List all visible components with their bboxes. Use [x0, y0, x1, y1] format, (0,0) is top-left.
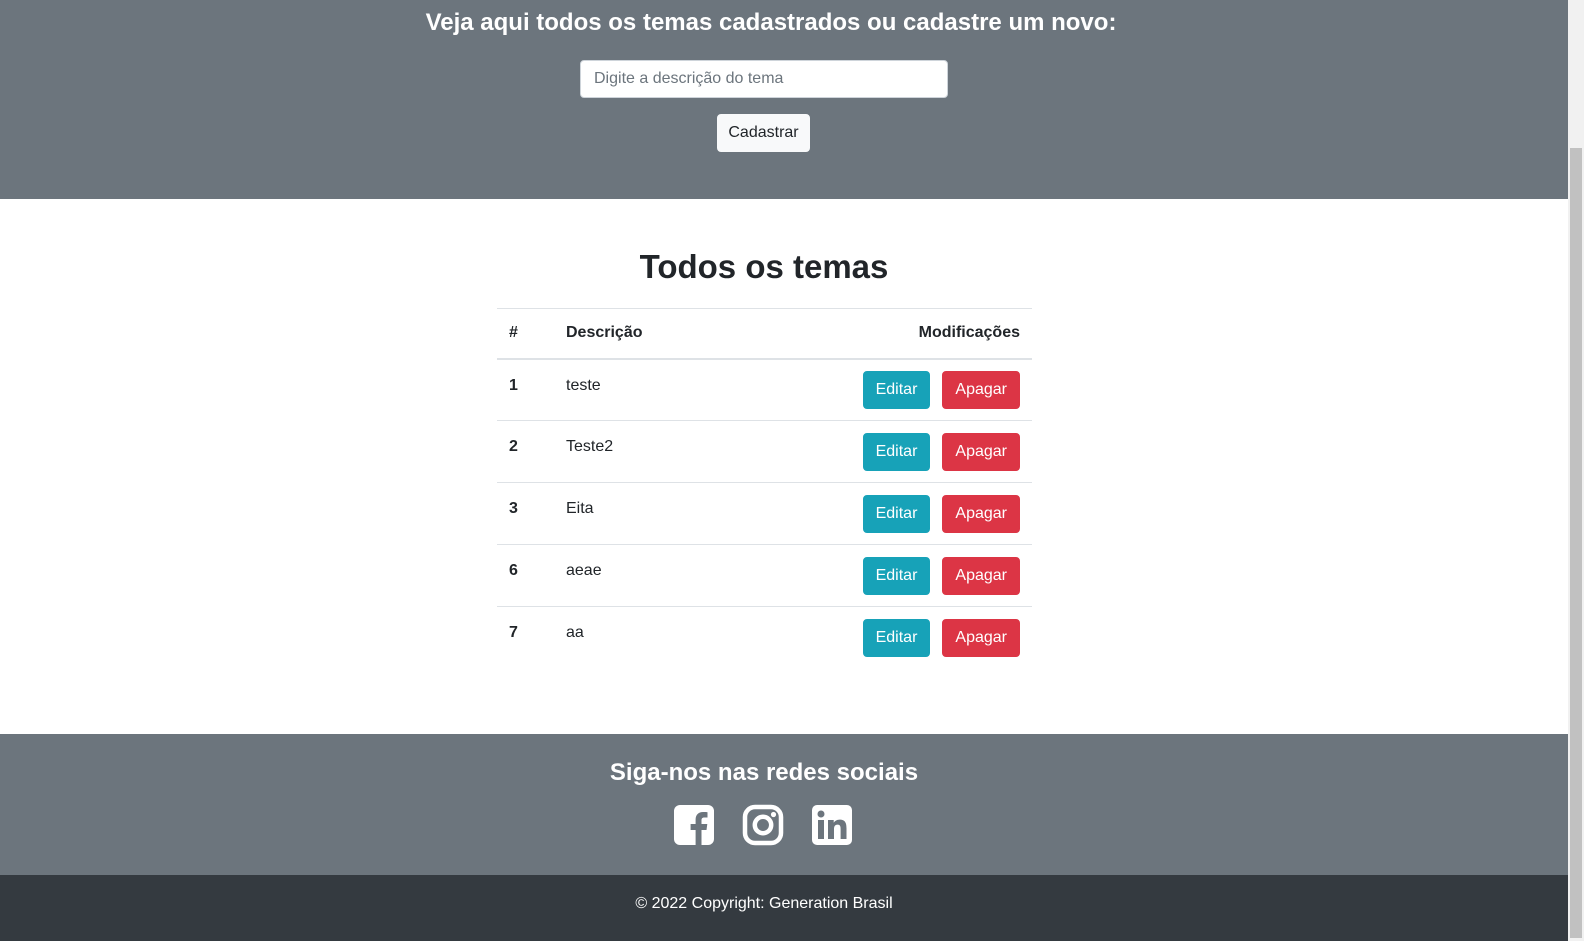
- column-header-description: Descrição: [554, 308, 717, 360]
- row-actions: Editar Apagar: [717, 606, 1032, 669]
- theme-description-input[interactable]: [580, 60, 948, 98]
- delete-button[interactable]: Apagar: [942, 556, 1020, 595]
- row-description: teste: [566, 376, 601, 394]
- row-description: Eita: [554, 482, 717, 545]
- table-row: 1 teste Editar Apagar: [497, 359, 1032, 421]
- linkedin-link[interactable]: [811, 804, 853, 846]
- row-id: 1: [509, 376, 518, 394]
- row-id: 3: [497, 482, 554, 545]
- theme-form-section: Veja aqui todos os temas cadastrados ou …: [0, 0, 1568, 199]
- instagram-link[interactable]: [742, 804, 784, 846]
- row-actions: Editar Apagar: [717, 359, 1032, 421]
- row-id: 6: [497, 544, 554, 607]
- column-header-id: #: [497, 308, 554, 360]
- linkedin-icon: [812, 805, 852, 845]
- edit-button[interactable]: Editar: [862, 370, 931, 409]
- edit-button[interactable]: Editar: [862, 556, 931, 595]
- row-id: 7: [497, 606, 554, 669]
- row-id: 2: [497, 420, 554, 483]
- edit-button[interactable]: Editar: [862, 432, 931, 471]
- table-row: 2 Teste2 Editar Apagar: [497, 420, 1032, 483]
- delete-button[interactable]: Apagar: [942, 494, 1020, 533]
- social-heading: Siga-nos nas redes sociais: [609, 759, 919, 786]
- table-row: 6 aeae Editar Apagar: [497, 544, 1032, 607]
- page: Veja aqui todos os temas cadastrados ou …: [0, 0, 1568, 941]
- row-description: Teste2: [554, 420, 717, 483]
- facebook-link[interactable]: [673, 804, 715, 846]
- copyright-footer: © 2022 Copyright: Generation Brasil: [0, 875, 1568, 941]
- facebook-icon: [674, 805, 714, 845]
- table-title: Todos os temas: [639, 248, 889, 285]
- delete-button[interactable]: Apagar: [942, 618, 1020, 657]
- social-icons: [673, 804, 853, 846]
- form-heading: Veja aqui todos os temas cadastrados ou …: [425, 9, 1117, 36]
- themes-table: # Descrição Modificações 1 teste Editar A…: [497, 308, 1032, 669]
- vertical-scrollbar[interactable]: [1568, 0, 1584, 941]
- delete-button[interactable]: Apagar: [942, 432, 1020, 471]
- copyright-text: © 2022 Copyright: Generation Brasil: [635, 895, 893, 912]
- table-header-row: # Descrição Modificações: [497, 308, 1032, 360]
- row-actions: Editar Apagar: [717, 544, 1032, 607]
- row-description: aeae: [554, 544, 717, 607]
- scrollbar-thumb[interactable]: [1570, 148, 1582, 938]
- column-header-modifications: Modificações: [717, 308, 1032, 360]
- social-footer: Siga-nos nas redes sociais: [0, 734, 1568, 875]
- instagram-icon: [742, 804, 784, 846]
- row-actions: Editar Apagar: [717, 420, 1032, 483]
- table-row: 7 aa Editar Apagar: [497, 606, 1032, 669]
- row-actions: Editar Apagar: [717, 482, 1032, 545]
- register-button[interactable]: Cadastrar: [717, 114, 810, 152]
- table-row: 3 Eita Editar Apagar: [497, 482, 1032, 545]
- row-description: aa: [554, 606, 717, 669]
- edit-button[interactable]: Editar: [862, 618, 931, 657]
- edit-button[interactable]: Editar: [862, 494, 931, 533]
- delete-button[interactable]: Apagar: [942, 370, 1020, 409]
